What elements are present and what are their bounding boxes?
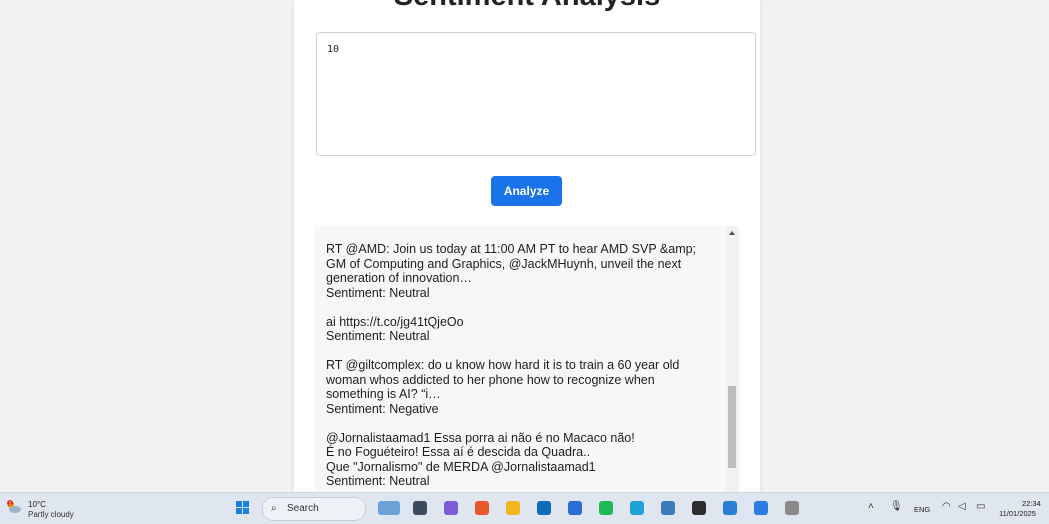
language-indicator[interactable]: ENG <box>914 505 930 514</box>
tweet-text: ai https://t.co/jg41tQjeOo <box>326 314 464 329</box>
ms-store-icon[interactable] <box>568 501 582 515</box>
weather-temperature: 10°C <box>28 500 46 509</box>
file-explorer-icon[interactable] <box>506 501 520 515</box>
tweet-text: RT @AMD: Join us today at 11:00 AM PT to… <box>326 242 697 285</box>
sentiment-label: Sentiment: Neutral <box>326 285 430 300</box>
tweet-text: RT @giltcomplex: do u know how hard it i… <box>326 358 680 401</box>
sentiment-label: Sentiment: Neutral <box>326 474 430 488</box>
results-list: RT @AMD: Join us today at 11:00 AM PT to… <box>326 242 724 492</box>
text-input[interactable]: 10 <box>316 32 756 156</box>
microphone-icon[interactable]: 🎙 <box>890 501 903 512</box>
result-item: RT @giltcomplex: do u know how hard it i… <box>326 358 724 416</box>
page-title: Sentiment Analysis <box>294 0 760 14</box>
wifi-icon[interactable]: ◠ <box>942 501 951 512</box>
clock-date[interactable]: 11/01/2025 <box>999 509 1036 518</box>
outlook-app-icon[interactable] <box>537 501 551 515</box>
result-item: RT @AMD: Join us today at 11:00 AM PT to… <box>326 242 724 300</box>
result-item: ai https://t.co/jg41tQjeOo Sentiment: Ne… <box>326 315 724 344</box>
chevron-up-icon[interactable]: ˄ <box>868 501 874 512</box>
copilot-app-icon[interactable] <box>444 501 458 515</box>
battery-icon[interactable]: ▭ <box>976 501 985 512</box>
python-app-icon[interactable] <box>661 501 675 515</box>
search-icon: ⌕ <box>271 503 277 514</box>
weather-description: Partly cloudy <box>28 510 74 519</box>
scroll-up-arrow-icon[interactable] <box>729 231 735 235</box>
clock-time[interactable]: 22:34 <box>1022 499 1041 508</box>
result-item: @Jornalistaamad1 Essa porra ai não é no … <box>326 431 724 489</box>
widgets-app-icon[interactable] <box>378 501 400 515</box>
task-view-icon[interactable] <box>413 501 427 515</box>
results-scrollbar[interactable] <box>726 226 738 492</box>
vscode-app-icon[interactable] <box>723 501 737 515</box>
partly-cloudy-icon: 1 <box>7 500 21 513</box>
results-panel[interactable]: RT @AMD: Join us today at 11:00 AM PT to… <box>314 226 740 492</box>
brave-browser-icon[interactable] <box>475 501 489 515</box>
tweet-text: @Jornalistaamad1 Essa porra ai não é no … <box>326 430 635 474</box>
analyze-button[interactable]: Analyze <box>491 176 562 206</box>
terminal-app-icon[interactable] <box>692 501 706 515</box>
scroll-thumb[interactable] <box>728 386 736 468</box>
taskbar: 1 10°C Partly cloudy ⌕ Search ˄ 🎙 ENG ◠ … <box>0 492 1049 524</box>
search-label: Search <box>287 503 319 514</box>
sentiment-label: Sentiment: Neutral <box>326 329 430 343</box>
weather-badge: 1 <box>9 501 12 507</box>
windows-start-icon[interactable] <box>236 501 250 515</box>
sentiment-label: Sentiment: Negative <box>326 401 439 416</box>
edge-browser-icon[interactable] <box>630 501 644 515</box>
taskbar-search[interactable]: ⌕ Search <box>262 497 366 521</box>
spotify-app-icon[interactable] <box>599 501 613 515</box>
notepad-app-icon[interactable] <box>754 501 768 515</box>
volume-icon[interactable]: ◁ <box>958 501 966 512</box>
snipping-tool-icon[interactable] <box>785 501 799 515</box>
main-card: Sentiment Analysis 10 Analyze RT @AMD: J… <box>294 0 760 492</box>
